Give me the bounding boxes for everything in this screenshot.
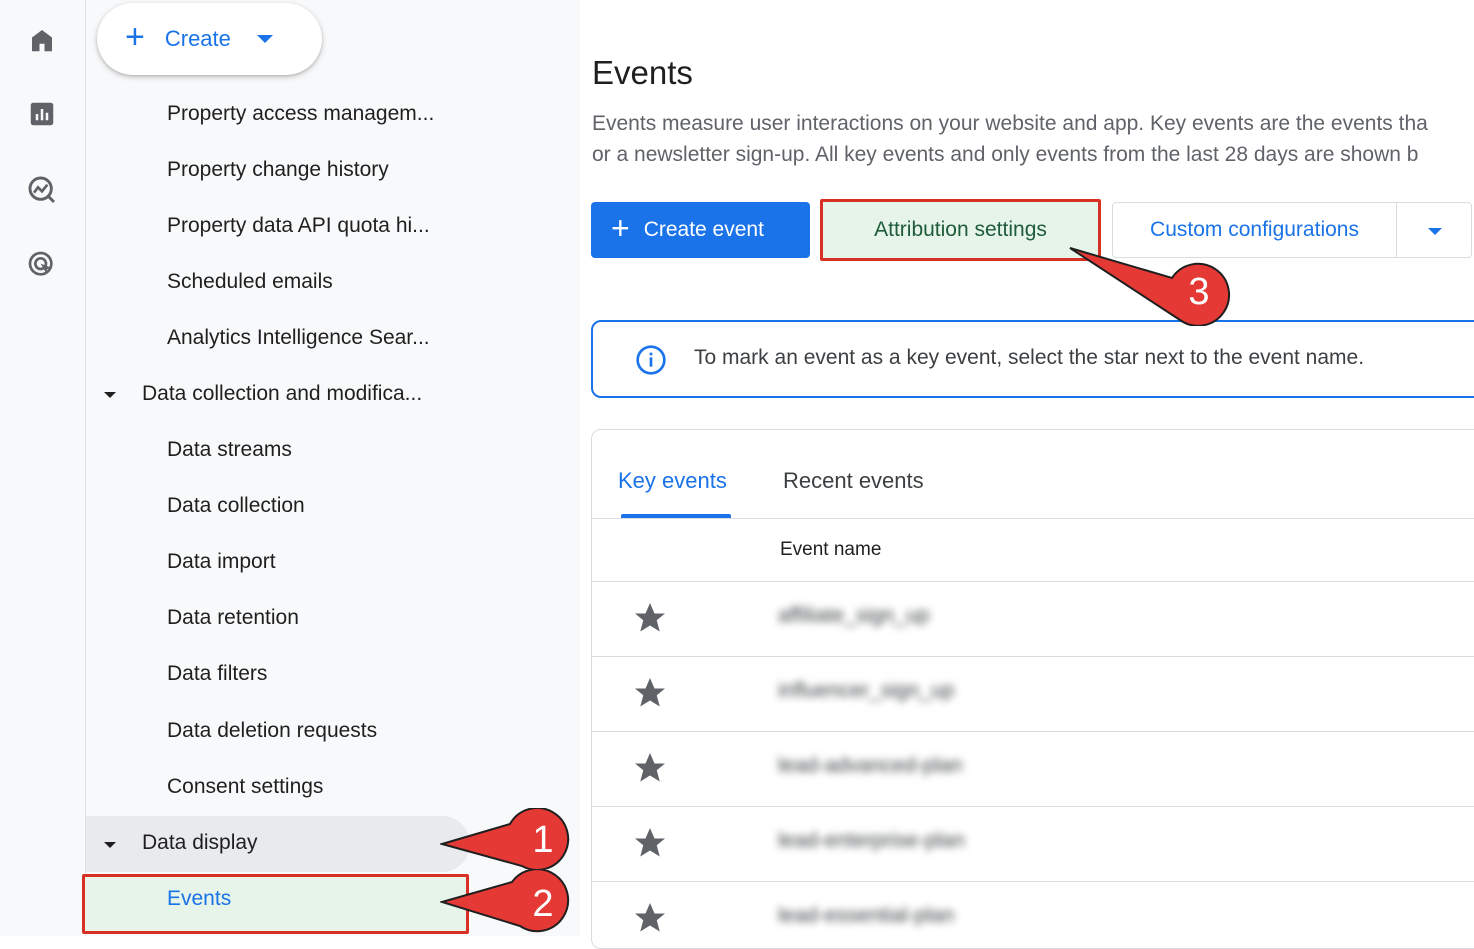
tabs-divider (592, 518, 1474, 519)
create-label: Create (164, 26, 231, 51)
table-row: influencer_sign_up (592, 657, 1474, 732)
nav-item-scheduled-emails[interactable]: Scheduled emails (167, 270, 333, 294)
nav-item-data-collection[interactable]: Data collection (167, 494, 305, 518)
star-icon[interactable] (632, 675, 668, 711)
admin-nav-panel (86, 0, 580, 936)
nav-item-events[interactable]: Events (167, 887, 231, 911)
page-description: Events measure user interactions on your… (592, 108, 1428, 170)
nav-item-data-filters[interactable]: Data filters (167, 662, 267, 686)
attribution-settings-button[interactable]: Attribution settings (820, 199, 1101, 261)
event-name[interactable]: influencer_sign_up (778, 679, 954, 703)
create-button[interactable]: + Create (97, 3, 322, 75)
nav-item-property-change-history[interactable]: Property change history (167, 158, 389, 182)
callout-2: 2 (440, 870, 570, 933)
table-row: affiliate_sign_up (592, 582, 1474, 657)
info-banner: To mark an event as a key event, select … (591, 320, 1474, 398)
nav-item-consent-settings[interactable]: Consent settings (167, 775, 323, 799)
create-event-button[interactable]: + Create event (591, 202, 810, 258)
event-name[interactable]: affiliate_sign_up (778, 604, 929, 628)
callout-1-number: 1 (532, 819, 553, 861)
nav-item-data-deletion-requests[interactable]: Data deletion requests (167, 719, 377, 743)
advertising-icon[interactable] (22, 245, 62, 285)
plus-icon: + (611, 210, 630, 246)
nav-group-data-display[interactable]: Data display (142, 831, 258, 855)
tab-recent-events[interactable]: Recent events (783, 468, 924, 494)
event-name[interactable]: lead-essential-plan (778, 904, 954, 928)
events-table-card: Key events Recent events Event name affi… (591, 429, 1474, 949)
icon-rail (0, 0, 86, 936)
table-row: lead-advanced-plan (592, 732, 1474, 807)
star-icon[interactable] (632, 825, 668, 861)
home-icon[interactable] (22, 20, 62, 60)
nav-item-analytics-intelligence[interactable]: Analytics Intelligence Sear... (167, 326, 430, 350)
plus-icon: + (125, 18, 145, 56)
callout-3: 3 (1069, 247, 1231, 326)
callout-3-number: 3 (1188, 271, 1209, 313)
star-icon[interactable] (632, 600, 668, 636)
star-icon[interactable] (632, 900, 668, 936)
table-row: lead-essential-plan (592, 882, 1474, 948)
callout-2-number: 2 (532, 883, 553, 925)
nav-item-data-streams[interactable]: Data streams (167, 438, 292, 462)
expand-triangle-icon[interactable] (104, 842, 116, 848)
column-header-event-name[interactable]: Event name (780, 539, 881, 561)
description-line-1: Events measure user interactions on your… (592, 112, 1428, 135)
nav-item-property-access[interactable]: Property access managem... (167, 102, 434, 126)
star-icon[interactable] (632, 750, 668, 786)
explore-icon[interactable] (22, 170, 62, 210)
info-text: To mark an event as a key event, select … (694, 346, 1365, 369)
nav-item-data-api-quota[interactable]: Property data API quota hi... (167, 214, 430, 238)
event-name[interactable]: lead-advanced-plan (778, 754, 962, 778)
page-title: Events (592, 54, 693, 91)
reports-icon[interactable] (22, 94, 62, 134)
chevron-down-icon (256, 35, 273, 43)
create-event-label: Create event (643, 218, 764, 241)
nav-item-data-import[interactable]: Data import (167, 550, 276, 574)
nav-group-data-collection[interactable]: Data collection and modifica... (142, 382, 422, 406)
description-line-2: or a newsletter sign-up. All key events … (592, 143, 1419, 166)
nav-item-events-selected[interactable] (82, 874, 469, 934)
info-icon (636, 345, 666, 375)
custom-configurations-dropdown[interactable] (1396, 202, 1472, 258)
nav-item-data-retention[interactable]: Data retention (167, 606, 299, 630)
tab-key-events[interactable]: Key events (618, 468, 727, 494)
callout-1: 1 (440, 808, 570, 871)
expand-triangle-icon[interactable] (104, 392, 116, 398)
event-name[interactable]: lead-enterprise-plan (778, 829, 965, 853)
table-row: lead-enterprise-plan (592, 807, 1474, 882)
